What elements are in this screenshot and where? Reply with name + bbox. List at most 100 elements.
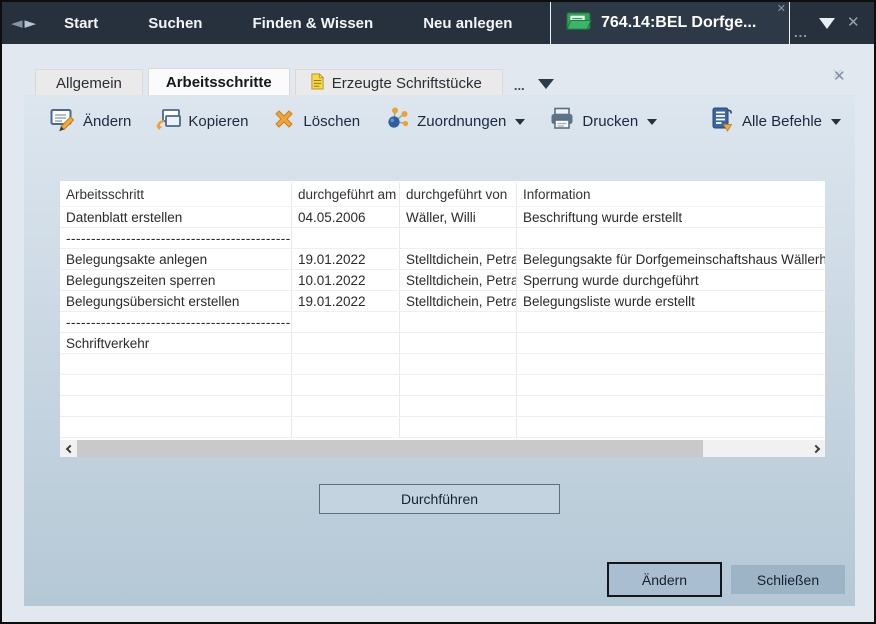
tab-erzeugte-schriftstuecke[interactable]: Erzeugte Schriftstücke [295, 69, 503, 96]
tab-label: Erzeugte Schriftstücke [332, 75, 482, 92]
column-header-information[interactable]: Information [517, 183, 825, 206]
yellow-document-icon [310, 73, 325, 94]
aendern-toolbar-button[interactable]: Ändern [50, 106, 131, 137]
cell-datum: 19.01.2022 [292, 291, 400, 311]
forward-arrow-icon[interactable]: ► [25, 16, 37, 31]
table-row[interactable]: Datenblatt erstellen 04.05.2006 Wäller, … [60, 207, 825, 228]
cell-empty [292, 354, 400, 374]
tabstrip-dropdown-icon[interactable] [538, 79, 554, 89]
cell-empty [292, 228, 400, 248]
cell-information: Beschriftung wurde erstellt [517, 207, 825, 227]
toolbar-label: Ändern [83, 113, 131, 130]
scrollbar-thumb[interactable] [77, 440, 703, 457]
cell-empty [400, 228, 517, 248]
cell-empty [292, 417, 400, 437]
scroll-right-button[interactable] [808, 440, 825, 457]
menu-item-start[interactable]: Start [64, 15, 98, 32]
cell-empty [400, 417, 517, 437]
separator-dashes: ----------------------------------------… [60, 228, 292, 248]
cell-person: Stelltdichein, Petra [400, 270, 517, 290]
cell-empty [60, 417, 292, 437]
cell-person: Stelltdichein, Petra [400, 249, 517, 269]
main-menu: Start Suchen Finden & Wissen Neu anlegen [64, 15, 512, 32]
cell-arbeitsschritt: Belegungszeiten sperren [60, 270, 292, 290]
scrollbar-track[interactable] [703, 440, 808, 457]
cell-empty [400, 396, 517, 416]
tab-overflow-ellipsis[interactable]: ... [794, 25, 808, 40]
table-empty-row[interactable] [60, 354, 825, 375]
toolbar-label: Zuordnungen [417, 113, 506, 130]
schliessen-button[interactable]: Schließen [731, 565, 845, 594]
arbeitsschritte-panel: Ändern Kopieren [24, 95, 855, 606]
green-folder-icon [565, 9, 592, 37]
edit-icon [50, 106, 76, 137]
cell-empty [292, 312, 400, 332]
cell-empty [60, 375, 292, 395]
cell-datum: 04.05.2006 [292, 207, 400, 227]
alle-befehle-toolbar-button[interactable]: Alle Befehle [709, 106, 841, 137]
drucken-toolbar-button[interactable]: Drucken [549, 106, 657, 137]
scroll-left-button[interactable] [60, 440, 77, 457]
document-tab[interactable]: 764.14:BEL Dorfge... ✕ [550, 2, 790, 44]
assignments-icon [384, 106, 410, 137]
chevron-right-icon [811, 444, 819, 452]
table-separator-row: ----------------------------------------… [60, 228, 825, 249]
cell-empty [400, 375, 517, 395]
cell-person [400, 333, 517, 353]
app-window: ◄ ► Start Suchen Finden & Wissen Neu anl… [0, 0, 876, 624]
column-header-durchgefuehrt-von[interactable]: durchgeführt von [400, 183, 517, 206]
menu-item-neu-anlegen[interactable]: Neu anlegen [423, 15, 512, 32]
zuordnungen-toolbar-button[interactable]: Zuordnungen [384, 106, 525, 137]
column-header-durchgefuehrt-am[interactable]: durchgeführt am [292, 183, 400, 206]
horizontal-scrollbar[interactable] [60, 440, 825, 457]
actions-toolbar: Ändern Kopieren [24, 102, 855, 140]
table-header-row: Arbeitsschritt durchgeführt am durchgefü… [60, 183, 825, 207]
cell-empty [517, 354, 825, 374]
tab-list-dropdown-icon[interactable] [819, 18, 835, 29]
cell-empty [60, 396, 292, 416]
window-close-icon[interactable]: ✕ [847, 13, 860, 31]
cell-datum: 19.01.2022 [292, 249, 400, 269]
table-row[interactable]: Belegungsübersicht erstellen 19.01.2022 … [60, 291, 825, 312]
menu-item-suchen[interactable]: Suchen [148, 15, 202, 32]
cell-person: Wäller, Willi [400, 207, 517, 227]
tab-allgemein[interactable]: Allgemein [35, 69, 143, 96]
cell-empty [60, 354, 292, 374]
tab-label: Arbeitsschritte [166, 74, 272, 91]
top-menu-bar: ◄ ► Start Suchen Finden & Wissen Neu anl… [2, 2, 874, 44]
tab-arbeitsschritte[interactable]: Arbeitsschritte [148, 68, 290, 96]
cell-empty [517, 312, 825, 332]
cell-arbeitsschritt: Belegungsakte anlegen [60, 249, 292, 269]
separator-dashes: ----------------------------------------… [60, 312, 292, 332]
dropdown-caret-icon [831, 119, 841, 125]
table-empty-row[interactable] [60, 375, 825, 396]
table-separator-row: ----------------------------------------… [60, 312, 825, 333]
cell-datum: 10.01.2022 [292, 270, 400, 290]
cell-empty [400, 312, 517, 332]
durchfuehren-button[interactable]: Durchführen [319, 484, 560, 514]
panel-close-icon[interactable]: ✕ [833, 67, 846, 85]
menu-item-finden-wissen[interactable]: Finden & Wissen [252, 15, 373, 32]
cell-arbeitsschritt: Datenblatt erstellen [60, 207, 292, 227]
aendern-button[interactable]: Ändern [607, 562, 722, 597]
column-header-arbeitsschritt[interactable]: Arbeitsschritt [60, 183, 292, 206]
cell-person: Stelltdichein, Petra [400, 291, 517, 311]
table-empty-row[interactable] [60, 417, 825, 438]
toolbar-label: Drucken [582, 113, 638, 130]
cell-information: Sperrung wurde durchgeführt [517, 270, 825, 290]
loeschen-toolbar-button[interactable]: Löschen [272, 107, 360, 136]
table-row[interactable]: Belegungszeiten sperren 10.01.2022 Stell… [60, 270, 825, 291]
back-arrow-icon[interactable]: ◄ [11, 16, 23, 31]
chevron-left-icon [65, 444, 73, 452]
detail-tabstrip: Allgemein Arbeitsschritte Erzeugte Schri… [35, 68, 554, 96]
dropdown-caret-icon [515, 119, 525, 125]
table-empty-row[interactable] [60, 396, 825, 417]
cell-empty [517, 375, 825, 395]
kopieren-toolbar-button[interactable]: Kopieren [155, 106, 248, 137]
cell-empty [517, 417, 825, 437]
tabstrip-overflow-ellipsis[interactable]: ... [514, 78, 525, 93]
delete-icon [272, 107, 296, 136]
table-row[interactable]: Schriftverkehr [60, 333, 825, 354]
table-row[interactable]: Belegungsakte anlegen 19.01.2022 Stelltd… [60, 249, 825, 270]
document-tab-close-icon[interactable]: ✕ [777, 2, 786, 15]
